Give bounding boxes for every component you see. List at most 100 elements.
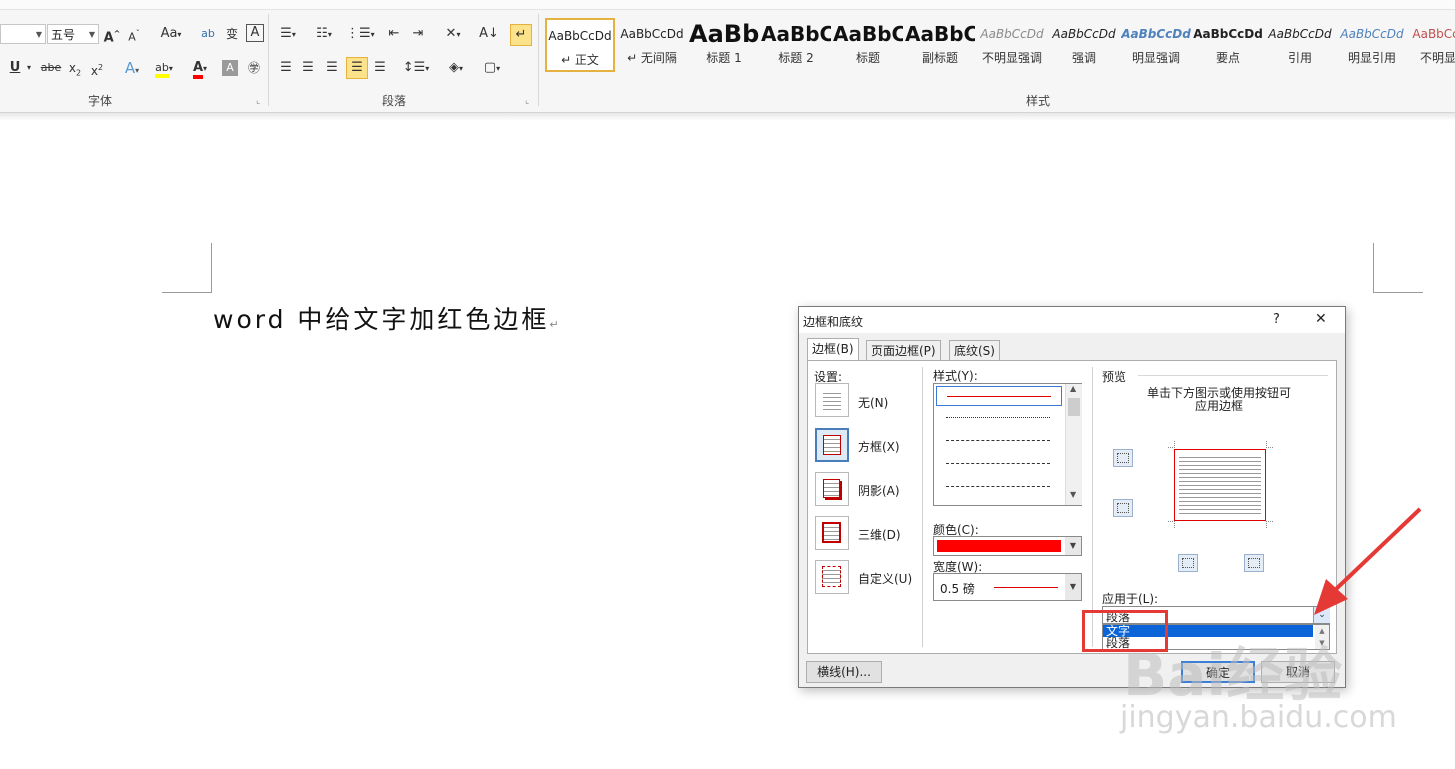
inside-border-button[interactable] <box>1113 499 1133 517</box>
right-border-button[interactable] <box>1244 554 1264 572</box>
dialog-titlebar[interactable]: 边框和底纹 ? ✕ <box>799 307 1345 333</box>
style-item[interactable]: AaBbCcDd ↵ 无间隔 <box>617 18 687 72</box>
style-sample: AaBbCcDd <box>1340 27 1404 41</box>
top-border-button[interactable] <box>1113 449 1133 467</box>
tab-shading[interactable]: 底纹(S) <box>949 340 1000 360</box>
text-effect-icon[interactable]: A▾ <box>120 58 144 78</box>
shading-icon[interactable]: ◈▾ <box>442 58 470 78</box>
setting-custom-label[interactable]: 自定义(U) <box>858 570 912 587</box>
tab-page-border[interactable]: 页面边框(P) <box>866 340 941 360</box>
style-name: 标题 1 <box>706 51 742 65</box>
preview-hint-line-2: 应用边框 <box>1194 399 1243 413</box>
char-border-icon[interactable]: A <box>246 24 264 42</box>
align-center-icon[interactable]: ☰ <box>298 58 318 78</box>
style-item[interactable]: AaBbC 标题 2 <box>761 18 831 72</box>
distributed-icon[interactable]: ☰ <box>370 58 390 78</box>
paragraph-dialog-launcher-icon[interactable]: ⌞ <box>525 96 529 106</box>
borders-icon[interactable]: ▢▾ <box>478 58 506 78</box>
decrease-indent-icon[interactable]: ⇤ <box>384 24 404 44</box>
underline-dropdown-icon[interactable]: ▾ <box>24 58 34 78</box>
bullets-icon[interactable]: ☰▾ <box>276 24 300 44</box>
style-sample: AaBbCcDd <box>1268 27 1332 41</box>
line-style-selected[interactable] <box>936 386 1062 406</box>
setting-3d-label[interactable]: 三维(D) <box>858 526 901 543</box>
width-picker[interactable]: 0.5 磅 ▼ <box>933 573 1082 601</box>
page-shadow <box>0 113 1455 121</box>
underline-button[interactable]: U <box>8 58 22 78</box>
style-item[interactable]: AaBb 标题 1 <box>689 18 759 72</box>
clear-format-icon[interactable]: ab <box>198 24 218 44</box>
align-right-icon[interactable]: ☰ <box>322 58 342 78</box>
phonetic-guide-icon[interactable]: 变 <box>222 24 242 44</box>
style-sample: AaBbCcDd <box>548 29 612 43</box>
setting-box-label[interactable]: 方框(X) <box>858 438 900 455</box>
horizontal-line-button[interactable]: 横线(H)... <box>806 661 882 683</box>
preview-box <box>1174 449 1266 521</box>
line-style-dash-dot[interactable] <box>946 486 1050 487</box>
style-item[interactable]: AaBbCcDd 要点 <box>1193 18 1263 72</box>
style-item[interactable]: AaBbCcDd 强调 <box>1049 18 1119 72</box>
style-item[interactable]: AaBbCcDd 不明显参 <box>1409 18 1455 72</box>
line-style-dashed[interactable] <box>946 463 1050 464</box>
left-border-button[interactable] <box>1178 554 1198 572</box>
line-style-dotted[interactable] <box>946 417 1050 418</box>
font-size-combo[interactable]: 五号 ▼ <box>47 24 99 44</box>
setting-shadow-icon[interactable] <box>815 472 849 506</box>
line-style-dashed-fine[interactable] <box>946 440 1050 441</box>
document-body-text[interactable]: word 中给文字加红色边框↵ <box>213 300 562 336</box>
line-spacing-icon[interactable]: ↕☰▾ <box>402 58 430 78</box>
tab-borders[interactable]: 边框(B) <box>807 338 859 361</box>
align-left-icon[interactable]: ☰ <box>276 58 296 78</box>
style-sample: AaBbCcDd <box>1121 27 1191 41</box>
scroll-up-icon[interactable]: ▲ <box>1070 384 1076 393</box>
style-item[interactable]: AaBbCcDd 明显强调 <box>1121 18 1191 72</box>
justify-icon[interactable]: ☰ <box>346 57 368 79</box>
group-separator <box>268 14 269 106</box>
setting-custom-icon[interactable] <box>815 560 849 594</box>
close-button[interactable]: ✕ <box>1315 311 1327 327</box>
sort-icon[interactable]: A↓ <box>478 24 500 44</box>
borders-tab-panel: 设置: 无(N) 方框(X) 阴影(A) 三维(D) 自定义(U) 样式(Y):… <box>807 360 1337 654</box>
setting-shadow-label[interactable]: 阴影(A) <box>858 482 900 499</box>
grow-font-button[interactable]: A^ <box>103 24 121 45</box>
line-style-list[interactable]: ▲ ▼ <box>933 383 1082 506</box>
setting-none-icon[interactable] <box>815 383 849 417</box>
style-item[interactable]: AaBbCcDd 引用 <box>1265 18 1335 72</box>
setting-3d-icon[interactable] <box>815 516 849 550</box>
show-marks-icon[interactable]: ↵ <box>510 24 532 46</box>
preview-corner <box>1168 441 1175 448</box>
style-item[interactable]: AaBbC 标题 <box>833 18 903 72</box>
color-dropdown-icon[interactable]: ▼ <box>1065 537 1081 555</box>
style-item[interactable]: AaBbCcDd 不明显强调 <box>977 18 1047 72</box>
font-name-combo[interactable]: ▼ <box>0 24 46 44</box>
change-case-button[interactable]: Aa▾ <box>157 24 185 44</box>
highlight-color-icon[interactable]: ab▾ <box>150 58 178 78</box>
apply-to-label: 应用于(L): <box>1102 592 1159 606</box>
numbering-icon[interactable]: ☷▾ <box>310 24 338 44</box>
multilevel-list-icon[interactable]: ⋮☰▾ <box>346 24 375 44</box>
style-item[interactable]: AaBbC 副标题 <box>905 18 975 72</box>
font-dialog-launcher-icon[interactable]: ⌞ <box>256 96 260 106</box>
color-picker[interactable]: ▼ <box>933 536 1082 556</box>
scroll-thumb[interactable] <box>1068 398 1080 416</box>
strikethrough-button[interactable]: abe <box>40 58 62 78</box>
border-preview[interactable] <box>1168 441 1278 531</box>
scroll-down-icon[interactable]: ▼ <box>1070 490 1076 499</box>
style-item[interactable]: AaBbCcDd 明显引用 <box>1337 18 1407 72</box>
style-sample: AaBbC <box>761 22 831 46</box>
subscript-button[interactable]: x2 <box>66 58 84 78</box>
chinese-layout-icon[interactable]: ✕▾ <box>440 24 466 44</box>
help-button[interactable]: ? <box>1273 312 1280 327</box>
width-dropdown-icon[interactable]: ▼ <box>1065 574 1081 600</box>
increase-indent-icon[interactable]: ⇥ <box>408 24 428 44</box>
font-color-icon[interactable]: A▾ <box>186 58 214 79</box>
setting-none-label[interactable]: 无(N) <box>858 394 888 411</box>
line-style-scrollbar[interactable]: ▲ ▼ <box>1065 384 1082 505</box>
superscript-button[interactable]: x2 <box>88 58 106 78</box>
shrink-font-button[interactable]: Aˇ <box>125 24 143 44</box>
char-shading-icon[interactable]: A <box>222 60 238 76</box>
crop-mark-left <box>162 243 212 293</box>
style-item[interactable]: AaBbCcDd ↵ 正文 <box>545 18 615 72</box>
setting-box-icon[interactable] <box>815 428 849 462</box>
enclose-char-icon[interactable]: ㊫ <box>244 58 264 78</box>
